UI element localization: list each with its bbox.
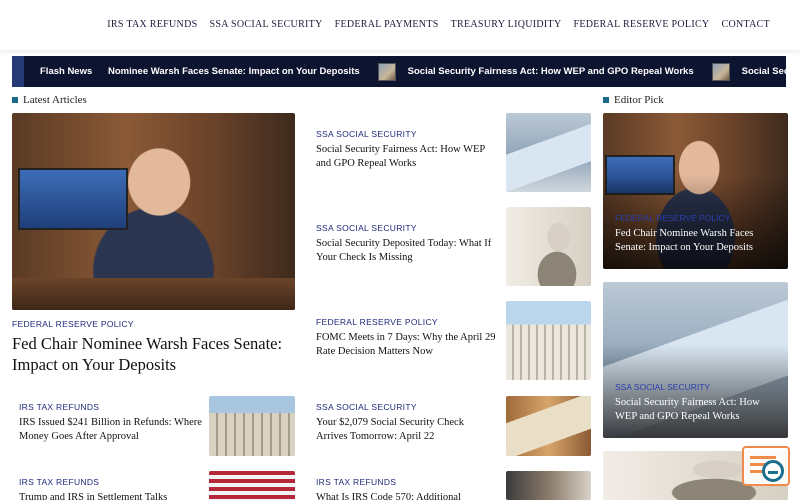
nav-ssa-social-security[interactable]: SSA SOCIAL SECURITY	[209, 19, 322, 30]
site-header: IRS TAX REFUNDS SSA SOCIAL SECURITY FEDE…	[0, 0, 800, 50]
mid-article-category[interactable]: SSA SOCIAL SECURITY	[316, 129, 417, 139]
left-article-title[interactable]: Trump and IRS in Settlement Talks	[19, 491, 204, 500]
flash-ticker: Nominee Warsh Faces Senate: Impact on Yo…	[108, 56, 786, 87]
left-article-image[interactable]	[209, 396, 295, 456]
mid-article-title[interactable]: FOMC Meets in 7 Days: Why the April 29 R…	[316, 331, 498, 359]
editor-pick-card[interactable]: SSA SOCIAL SECURITY Social Security Fair…	[603, 282, 788, 438]
heading-square-icon	[12, 97, 18, 103]
mid-article-category[interactable]: IRS TAX REFUNDS	[316, 477, 396, 487]
featured-category[interactable]: FEDERAL RESERVE POLICY	[12, 319, 134, 329]
flash-news-bar: Flash News Nominee Warsh Faces Senate: I…	[12, 56, 786, 87]
featured-title[interactable]: Fed Chair Nominee Warsh Faces Senate: Im…	[12, 333, 295, 375]
mid-article-category[interactable]: FEDERAL RESERVE POLICY	[316, 317, 438, 327]
left-article-category[interactable]: IRS TAX REFUNDS	[19, 402, 99, 412]
mid-article-title[interactable]: Social Security Deposited Today: What If…	[316, 237, 496, 265]
editor-pick-category[interactable]: SSA SOCIAL SECURITY	[615, 382, 710, 392]
editor-pick-heading: Editor Pick	[603, 94, 664, 106]
mid-article-category[interactable]: SSA SOCIAL SECURITY	[316, 223, 417, 233]
heading-square-icon	[603, 97, 609, 103]
editor-pick-title[interactable]: Social Security Fairness Act: How WEP an…	[615, 396, 778, 423]
magnifier-icon	[762, 460, 784, 482]
mid-article-title[interactable]: Your $2,079 Social Security Check Arrive…	[316, 416, 496, 444]
mid-article-category[interactable]: SSA SOCIAL SECURITY	[316, 402, 417, 412]
flash-news-label: Flash News	[12, 56, 104, 87]
mid-article-title[interactable]: Social Security Fairness Act: How WEP an…	[316, 143, 496, 171]
latest-articles-heading: Latest Articles	[12, 94, 87, 106]
left-article-image[interactable]	[209, 471, 295, 500]
flash-item[interactable]: Social Security Fairness Act: How WEP an…	[408, 66, 694, 77]
nav-irs-tax-refunds[interactable]: IRS TAX REFUNDS	[107, 19, 197, 30]
left-article-title[interactable]: IRS Issued $241 Billion in Refunds: Wher…	[19, 416, 204, 444]
mid-article-image[interactable]	[506, 396, 591, 456]
mid-article-image[interactable]	[506, 113, 591, 192]
mid-article-image[interactable]	[506, 301, 591, 380]
mid-article-title[interactable]: What Is IRS Code 570: Additional	[316, 491, 496, 500]
flash-thumb-image	[377, 62, 396, 81]
left-article-category[interactable]: IRS TAX REFUNDS	[19, 477, 99, 487]
mid-article-image[interactable]	[506, 207, 591, 286]
flash-thumb-image	[711, 62, 730, 81]
editor-pick-title[interactable]: Fed Chair Nominee Warsh Faces Senate: Im…	[615, 227, 778, 254]
editor-pick-category[interactable]: FEDERAL RESERVE POLICY	[615, 213, 730, 223]
editor-pick-card[interactable]: FEDERAL RESERVE POLICY Fed Chair Nominee…	[603, 113, 788, 269]
mid-article-image[interactable]	[506, 471, 591, 500]
nav-treasury-liquidity[interactable]: TREASURY LIQUIDITY	[451, 19, 562, 30]
nav-contact[interactable]: CONTACT	[721, 19, 770, 30]
nav-federal-reserve-policy[interactable]: FEDERAL RESERVE POLICY	[573, 19, 709, 30]
search-list-icon[interactable]	[742, 446, 790, 486]
main-nav: IRS TAX REFUNDS SSA SOCIAL SECURITY FEDE…	[107, 19, 770, 30]
flash-item[interactable]: Nominee Warsh Faces Senate: Impact on Yo…	[108, 66, 360, 77]
featured-article-image[interactable]	[12, 113, 295, 310]
flash-item[interactable]: Social Security De	[742, 66, 786, 77]
nav-federal-payments[interactable]: FEDERAL PAYMENTS	[335, 19, 439, 30]
